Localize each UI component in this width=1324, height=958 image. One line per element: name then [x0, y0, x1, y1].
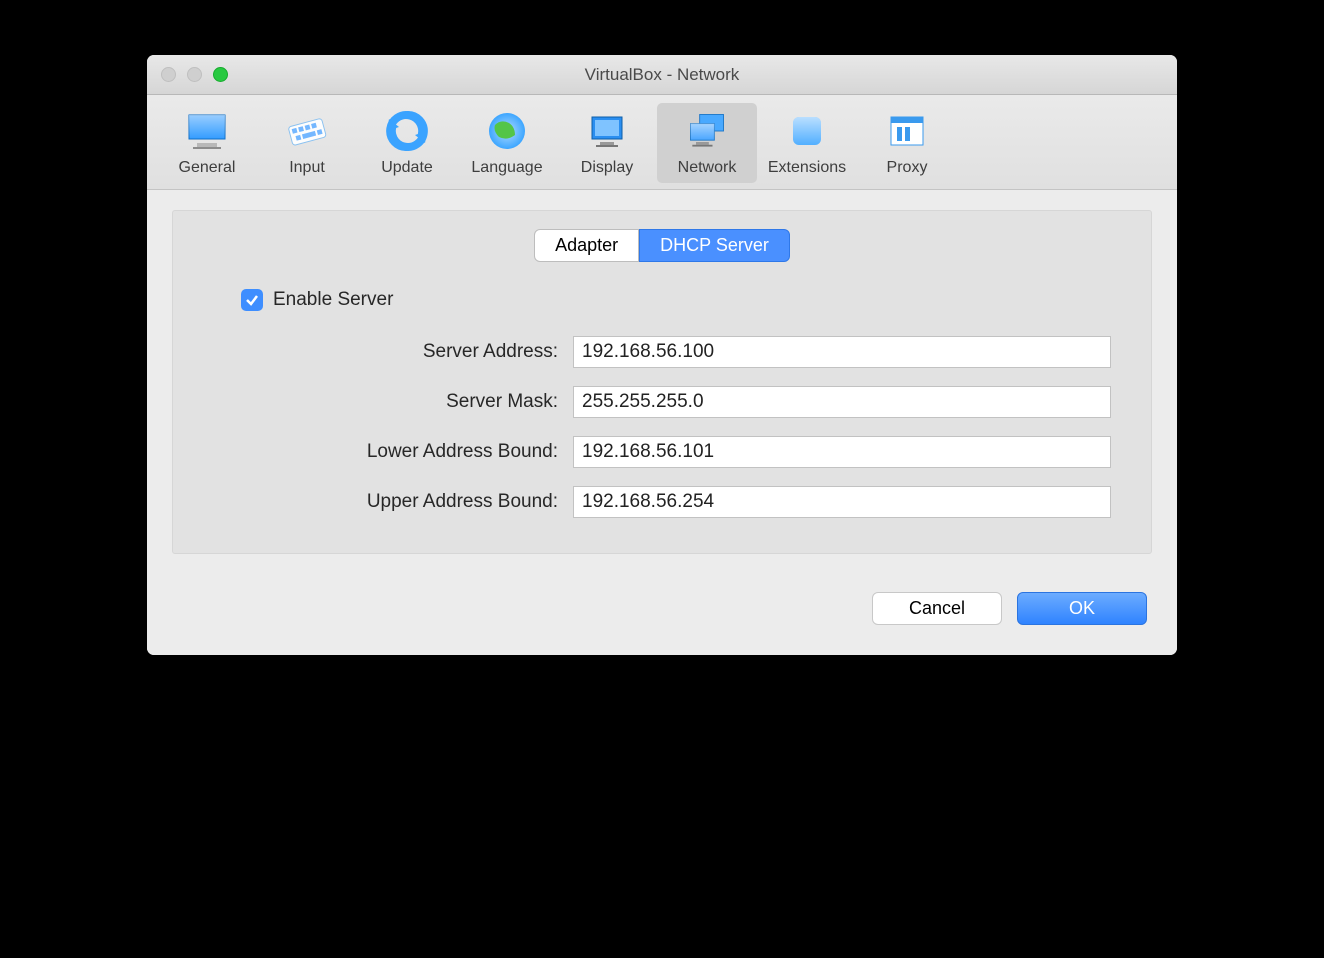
toolbar-item-extensions[interactable]: Extensions — [757, 103, 857, 183]
footer: Cancel OK — [147, 574, 1177, 655]
server-address-row: Server Address: — [203, 336, 1121, 368]
keyboard-icon — [285, 109, 329, 153]
preferences-window: VirtualBox - Network General — [147, 55, 1177, 655]
cancel-button[interactable]: Cancel — [872, 592, 1002, 625]
lower-bound-row: Lower Address Bound: — [203, 436, 1121, 468]
extensions-icon — [785, 109, 829, 153]
lower-bound-input[interactable] — [573, 436, 1111, 468]
server-mask-label: Server Mask: — [203, 391, 573, 413]
enable-server-label: Enable Server — [273, 289, 393, 311]
upper-bound-input[interactable] — [573, 486, 1111, 518]
server-mask-input[interactable] — [573, 386, 1111, 418]
toolbar-item-display[interactable]: Display — [557, 103, 657, 183]
display-icon — [585, 109, 629, 153]
toolbar-label: Extensions — [768, 159, 846, 177]
lower-bound-label: Lower Address Bound: — [203, 441, 573, 463]
server-address-label: Server Address: — [203, 341, 573, 363]
server-address-input[interactable] — [573, 336, 1111, 368]
toolbar-item-network[interactable]: Network — [657, 103, 757, 183]
dhcp-panel: Adapter DHCP Server Enable Server Server… — [172, 210, 1152, 554]
tab-adapter[interactable]: Adapter — [534, 229, 639, 262]
titlebar: VirtualBox - Network — [147, 55, 1177, 95]
toolbar-label: Display — [581, 159, 633, 177]
enable-server-row: Enable Server — [241, 289, 1121, 311]
toolbar: General Input — [147, 95, 1177, 190]
tab-dhcp-server[interactable]: DHCP Server — [639, 229, 790, 262]
toolbar-label: Network — [678, 159, 737, 177]
refresh-icon — [385, 109, 429, 153]
monitor-icon — [185, 109, 229, 153]
ok-button[interactable]: OK — [1017, 592, 1147, 625]
globe-icon — [485, 109, 529, 153]
tab-segment: Adapter DHCP Server — [203, 229, 1121, 262]
close-button[interactable] — [161, 67, 176, 82]
toolbar-label: General — [179, 159, 236, 177]
zoom-button[interactable] — [213, 67, 228, 82]
traffic-lights — [147, 67, 228, 82]
toolbar-label: Proxy — [887, 159, 928, 177]
content: Adapter DHCP Server Enable Server Server… — [147, 190, 1177, 574]
network-icon — [685, 109, 729, 153]
toolbar-label: Update — [381, 159, 433, 177]
proxy-icon — [885, 109, 929, 153]
toolbar-label: Language — [471, 159, 542, 177]
toolbar-item-input[interactable]: Input — [257, 103, 357, 183]
toolbar-item-update[interactable]: Update — [357, 103, 457, 183]
toolbar-label: Input — [289, 159, 325, 177]
toolbar-item-proxy[interactable]: Proxy — [857, 103, 957, 183]
toolbar-item-language[interactable]: Language — [457, 103, 557, 183]
window-title: VirtualBox - Network — [147, 65, 1177, 85]
enable-server-checkbox[interactable] — [241, 289, 263, 311]
toolbar-item-general[interactable]: General — [157, 103, 257, 183]
minimize-button[interactable] — [187, 67, 202, 82]
server-mask-row: Server Mask: — [203, 386, 1121, 418]
upper-bound-row: Upper Address Bound: — [203, 486, 1121, 518]
upper-bound-label: Upper Address Bound: — [203, 491, 573, 513]
